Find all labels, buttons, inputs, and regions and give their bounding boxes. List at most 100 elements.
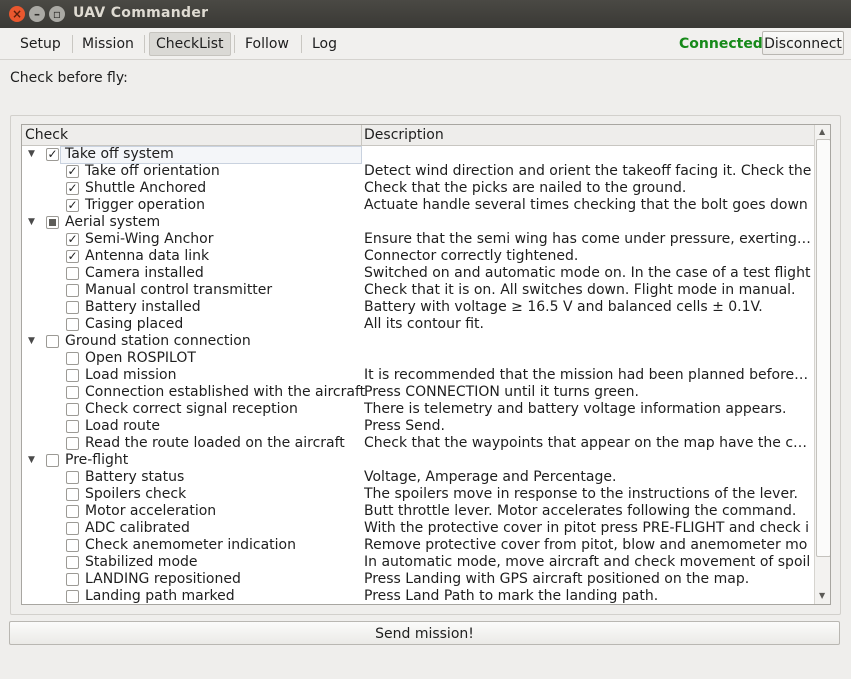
send-mission-button[interactable]: Send mission! [9,621,840,645]
item-description: Actuate handle several times checking th… [364,197,808,213]
item-checkbox[interactable]: ✓ [66,165,79,178]
group-checkbox[interactable] [46,216,59,229]
item-checkbox[interactable] [66,573,79,586]
item-description: Voltage, Amperage and Percentage. [364,469,617,485]
item-description: All its contour fit. [364,316,484,332]
item-label: Check correct signal reception [85,401,298,417]
item-checkbox[interactable] [66,437,79,450]
tree-item-row[interactable]: LANDING repositioned Press Landing with G… [22,571,814,588]
tree-item-row[interactable]: Motor acceleration Butt throttle lever. M… [22,503,814,520]
item-checkbox[interactable]: ✓ [66,182,79,195]
tree-item-row[interactable]: ✓ Shuttle Anchored Check that the picks ar… [22,180,814,197]
tree-item-row[interactable]: Battery status Voltage, Amperage and Perc… [22,469,814,486]
item-checkbox[interactable]: ✓ [66,233,79,246]
item-checkbox[interactable] [66,471,79,484]
expand-arrow-icon[interactable]: ▼ [28,453,35,467]
group-label: Take off system [65,146,174,162]
tree-item-row[interactable]: Connection established with the aircraft… [22,384,814,401]
tree-group-row[interactable]: ▼ Pre-flight [22,452,814,469]
item-checkbox[interactable] [66,403,79,416]
tab-checklist[interactable]: CheckList [149,32,231,56]
item-checkbox[interactable] [66,301,79,314]
item-label: Battery status [85,469,185,485]
item-checkbox[interactable] [66,284,79,297]
item-description: In automatic mode, move aircraft and che… [364,554,811,570]
item-description: Press Landing with GPS aircraft position… [364,571,750,587]
item-label: Take off orientation [85,163,220,179]
tree-item-row[interactable]: Check anemometer indication Remove protec… [22,537,814,554]
minimize-icon[interactable]: – [29,6,45,22]
tree-item-row[interactable]: Casing placed All its contour fit. [22,316,814,333]
item-label: Load route [85,418,161,434]
item-checkbox[interactable] [66,590,79,603]
item-label: Shuttle Anchored [85,180,207,196]
item-label: Antenna data link [85,248,210,264]
tree-item-row[interactable]: Camera installed Switched on and automati… [22,265,814,282]
tree-item-row[interactable]: ✓ Trigger operation Actuate handle several… [22,197,814,214]
item-label: Load mission [85,367,177,383]
tree-group-row[interactable]: ▼ Ground station connection [22,333,814,350]
tab-mission[interactable]: Mission [76,33,140,55]
item-label: LANDING repositioned [85,571,241,587]
tree-group-row[interactable]: ▼ Aerial system [22,214,814,231]
expand-arrow-icon[interactable]: ▼ [28,334,35,348]
tree-item-row[interactable]: Battery installed Battery with voltage ≥ … [22,299,814,316]
window-title: UAV Commander [73,5,209,21]
tree-item-row[interactable]: Open ROSPILOT [22,350,814,367]
scroll-up-icon[interactable]: ▲ [819,127,825,136]
tree-item-row[interactable]: Stabilized mode In automatic mode, move a… [22,554,814,571]
expand-arrow-icon[interactable]: ▼ [28,215,35,229]
item-checkbox[interactable] [66,488,79,501]
tree-item-row[interactable]: ✓ Semi-Wing Anchor Ensure that the semi wi… [22,231,814,248]
group-label: Ground station connection [65,333,251,349]
item-description: The spoilers move in response to the ins… [364,486,798,502]
tree-item-row[interactable]: Read the route loaded on the aircraft Che… [22,435,814,452]
group-checkbox[interactable]: ✓ [46,148,59,161]
item-description: Remove protective cover from pitot, blow… [364,537,808,553]
group-checkbox[interactable] [46,335,59,348]
tab-log[interactable]: Log [306,33,343,55]
tree-group-row[interactable]: ▼ ✓ Take off system [22,146,814,164]
disconnect-button[interactable]: Disconnect [762,31,844,55]
item-checkbox[interactable] [66,369,79,382]
item-checkbox[interactable] [66,420,79,433]
column-header-check[interactable]: Check [25,127,68,143]
tree-item-row[interactable]: Manual control transmitter Check that it … [22,282,814,299]
tab-follow[interactable]: Follow [239,33,295,55]
item-checkbox[interactable] [66,505,79,518]
tree-item-row[interactable]: Spoilers check The spoilers move in respo… [22,486,814,503]
item-checkbox[interactable] [66,522,79,535]
item-checkbox[interactable] [66,556,79,569]
close-icon[interactable]: × [9,6,25,22]
tree-item-row[interactable]: Load mission It is recommended that the m… [22,367,814,384]
column-divider[interactable] [361,125,362,145]
item-checkbox[interactable]: ✓ [66,199,79,212]
item-label: Casing placed [85,316,184,332]
checklist-tree[interactable]: Check Description ▼ ✓ Take off system ✓ Take… [21,124,831,605]
group-label: Aerial system [65,214,161,230]
item-checkbox[interactable] [66,539,79,552]
tree-item-row[interactable]: ADC calibrated With the protective cover … [22,520,814,537]
column-header-description[interactable]: Description [364,127,444,143]
vertical-scrollbar[interactable]: ▲ ▼ [814,125,830,604]
expand-arrow-icon[interactable]: ▼ [28,147,35,161]
scrollbar-thumb[interactable] [816,139,830,557]
item-label: Read the route loaded on the aircraft [85,435,345,451]
group-checkbox[interactable] [46,454,59,467]
tab-setup[interactable]: Setup [14,33,67,55]
tree-item-row[interactable]: Load route Press Send. [22,418,814,435]
item-checkbox[interactable] [66,267,79,280]
menu-separator [234,35,235,53]
maximize-icon[interactable]: ▫ [49,6,65,22]
item-checkbox[interactable] [66,318,79,331]
item-checkbox[interactable]: ✓ [66,250,79,263]
scroll-down-icon[interactable]: ▼ [819,591,825,600]
item-checkbox[interactable] [66,352,79,365]
tree-item-row[interactable]: Check correct signal reception There is t… [22,401,814,418]
item-description: Check that the waypoints that appear on … [364,435,812,451]
tree-item-row[interactable]: Landing path marked Press Land Path to ma… [22,588,814,604]
tree-item-row[interactable]: ✓ Antenna data link Connector correctly ti… [22,248,814,265]
item-label: Motor acceleration [85,503,217,519]
item-checkbox[interactable] [66,386,79,399]
tree-item-row[interactable]: ✓ Take off orientation Detect wind directi… [22,163,814,180]
